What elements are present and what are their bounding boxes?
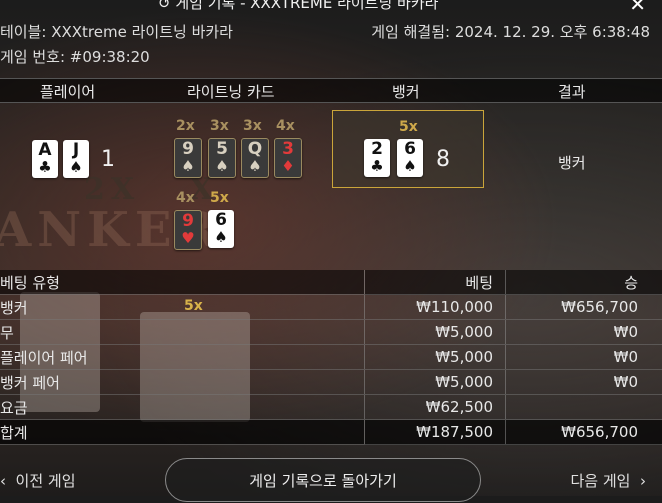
lightning-mult-3: 3x — [243, 118, 262, 134]
title-bar: ↺ 게임 기록 - XXXTREME 라이트닝 바카라 ✕ — [0, 0, 662, 14]
lightning-mult-5: 4x — [176, 190, 195, 206]
lightning-card-3: Q♠ — [241, 138, 269, 178]
chevron-left-icon: ‹ — [0, 472, 6, 490]
bets-header-win: 승 — [506, 270, 662, 295]
table-row: 뱅커 5x ₩110,000 ₩656,700 — [0, 295, 662, 320]
table-row: 요금 ₩62,500 — [0, 395, 662, 420]
banker-score: 8 — [436, 147, 450, 172]
bet-amount: ₩5,000 — [365, 345, 506, 370]
table-row: 플레이어 페어 ₩5,000 ₩0 — [0, 345, 662, 370]
table-background-art: 2X X ANKER — [0, 180, 330, 270]
bet-type: 뱅커 페어 — [0, 370, 365, 395]
bet-amount: ₩5,000 — [365, 320, 506, 345]
bet-amount: ₩110,000 — [365, 295, 506, 320]
bet-type: 무 — [0, 320, 365, 345]
bets-header-type: 베팅 유형 — [0, 270, 365, 295]
bets-header-row: 베팅 유형 베팅 승 — [0, 270, 662, 295]
total-win: ₩656,700 — [506, 420, 662, 445]
bets-table: 베팅 유형 베팅 승 뱅커 5x ₩110,000 ₩656,700 무 ₩5,0… — [0, 270, 662, 445]
bet-multiplier: 5x — [184, 298, 203, 314]
lightning-mult-4: 4x — [276, 118, 295, 134]
bet-amount: ₩5,000 — [365, 370, 506, 395]
col-result: 결과 — [558, 81, 586, 102]
footer-nav: ‹ 이전 게임 게임 기록으로 돌아가기 다음 게임 › — [0, 458, 662, 496]
lightning-card-2: 5♠ — [208, 138, 236, 178]
lightning-mult-2: 3x — [210, 118, 229, 134]
banker-hand-box: 5x 2♣ 6♠ 8 — [332, 110, 484, 188]
col-banker: 뱅커 — [392, 81, 420, 102]
next-game-link[interactable]: 다음 게임 › — [570, 470, 646, 491]
back-to-history-button[interactable]: 게임 기록으로 돌아가기 — [165, 458, 481, 502]
win-amount: ₩656,700 — [506, 295, 662, 320]
banker-card-1: 2♣ — [364, 139, 390, 177]
next-game-label: 다음 게임 — [570, 472, 630, 490]
game-info: 테이블: XXXtreme 라이트닝 바카라 게임 번호: #09:38:20 — [0, 20, 233, 70]
win-amount: ₩0 — [506, 320, 662, 345]
total-bet: ₩187,500 — [365, 420, 506, 445]
bet-amount: ₩62,500 — [365, 395, 506, 420]
table-row: 무 ₩5,000 ₩0 — [0, 320, 662, 345]
game-number: 게임 번호: #09:38:20 — [0, 45, 233, 70]
lightning-card-4: 3♦ — [274, 138, 302, 178]
player-card-1: A♣ — [32, 140, 58, 178]
resolved-time: 게임 해결됨: 2024. 12. 29. 오후 6:38:48 — [371, 20, 650, 45]
game-result: 뱅커 — [558, 152, 586, 173]
lightning-card-1: 9♠ — [174, 138, 202, 178]
close-icon[interactable]: ✕ — [629, 0, 646, 14]
win-amount: ₩0 — [506, 370, 662, 395]
lightning-card-6: 6♠ — [208, 210, 234, 248]
bets-header-bet: 베팅 — [365, 270, 506, 295]
bet-type: 플레이어 페어 — [0, 345, 365, 370]
table-row: 뱅커 페어 ₩5,000 ₩0 — [0, 370, 662, 395]
lightning-card-5: 9♥ — [174, 210, 202, 250]
win-amount: ₩0 — [506, 345, 662, 370]
table-name: 테이블: XXXtreme 라이트닝 바카라 — [0, 20, 233, 45]
col-player: 플레이어 — [40, 81, 95, 102]
previous-game-link[interactable]: ‹ 이전 게임 — [0, 470, 76, 491]
previous-game-label: 이전 게임 — [16, 472, 76, 490]
total-label: 합계 — [0, 420, 365, 445]
total-row: 합계 ₩187,500 ₩656,700 — [0, 420, 662, 445]
lightning-mult-1: 2x — [176, 118, 195, 134]
banker-card-2: 6♠ — [397, 139, 423, 177]
banker-mult: 5x — [399, 119, 418, 135]
bet-type: 뱅커 — [0, 299, 28, 317]
player-card-2: J♠ — [63, 140, 89, 178]
resolved-info: 게임 해결됨: 2024. 12. 29. 오후 6:38:48 — [371, 20, 650, 45]
col-lightning: 라이트닝 카드 — [187, 81, 275, 102]
chevron-right-icon: › — [640, 472, 646, 490]
bet-type: 요금 — [0, 395, 365, 420]
lightning-mult-6: 5x — [210, 190, 229, 206]
player-score: 1 — [101, 147, 115, 172]
win-amount — [506, 395, 662, 420]
result-column-header: 플레이어 라이트닝 카드 뱅커 결과 — [0, 78, 662, 103]
window-title: ↺ 게임 기록 - XXXTREME 라이트닝 바카라 — [158, 0, 438, 13]
